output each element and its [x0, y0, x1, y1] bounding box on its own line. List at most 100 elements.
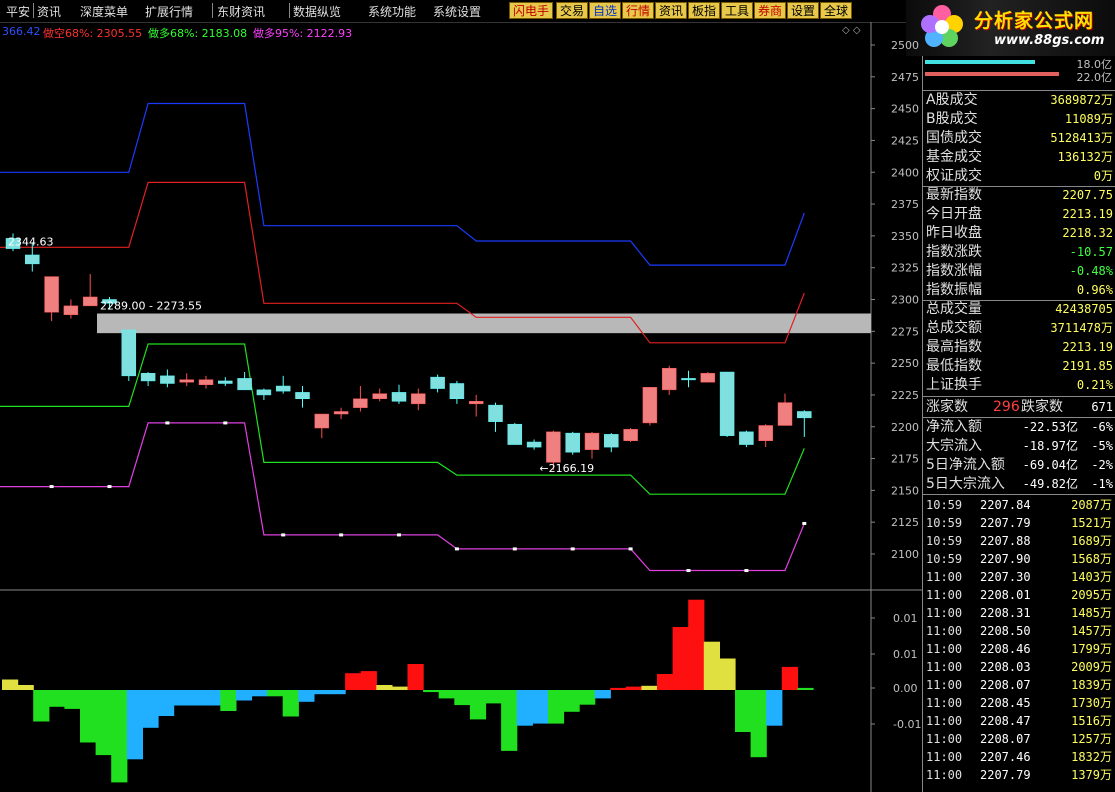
osc-bar	[189, 690, 206, 706]
toolbar-tools[interactable]: 工具	[721, 2, 754, 19]
tick-row: 11:00 2208.46 1799万	[923, 640, 1115, 658]
toolbar-broker[interactable]: 券商	[754, 2, 787, 19]
toolbar-settings[interactable]: 设置	[787, 2, 820, 19]
osc-bar	[703, 641, 720, 690]
candle-body	[449, 383, 465, 400]
tick-price: 2208.31	[980, 606, 1031, 620]
stat-label: 指数涨幅	[926, 263, 982, 279]
pink-line-marker	[628, 547, 633, 551]
toolbar-index[interactable]: 板指	[688, 2, 721, 19]
menu-data-overview[interactable]: 数据纵览	[293, 3, 341, 20]
candle-body	[353, 398, 368, 408]
osc-bar	[345, 673, 362, 690]
site-logo: 分析家公式网 www.88gs.com	[906, 0, 1115, 56]
price-tick-label: 2350	[891, 230, 919, 243]
osc-bar	[781, 666, 798, 690]
tick-time: 10:59	[926, 516, 963, 530]
candle-body	[758, 425, 773, 441]
toolbar-trade[interactable]: 交易	[556, 2, 589, 19]
osc-bar	[657, 674, 674, 690]
pink-line-marker	[686, 569, 691, 573]
osc-bar	[64, 690, 81, 709]
toolbar-global[interactable]: 全球	[820, 2, 853, 19]
high-price-label: 2344.63	[8, 236, 54, 249]
tick-volume: 2095万	[1071, 588, 1112, 602]
pink-line-marker	[281, 533, 286, 537]
osc-bar	[641, 685, 658, 690]
tick-price: 2208.45	[980, 696, 1031, 710]
tick-time: 10:59	[926, 534, 963, 548]
stat-value: -10.57	[1069, 245, 1113, 259]
candle-body	[642, 387, 658, 424]
tick-price: 2207.88	[980, 534, 1031, 548]
osc-bar	[80, 690, 97, 743]
candle-body	[44, 276, 59, 313]
tick-time: 11:00	[926, 642, 963, 656]
osc-bar	[563, 690, 580, 712]
tick-time: 10:59	[926, 498, 963, 512]
toolbar-quotes[interactable]: 行情	[622, 2, 655, 19]
tick-volume: 2009万	[1071, 660, 1112, 674]
osc-bar	[610, 687, 627, 690]
osc-bar	[2, 679, 19, 690]
toolbar-news[interactable]: 资讯	[655, 2, 688, 19]
tick-row: 11:00 2208.07 1257万	[923, 730, 1115, 748]
menu-news[interactable]: 资讯	[37, 3, 61, 20]
logo-title: 分析家公式网	[974, 10, 1095, 32]
toolbar-watchlist[interactable]: 自选	[589, 2, 622, 19]
candle-body	[507, 423, 523, 445]
tick-time: 11:00	[926, 588, 963, 602]
stat-row: 上证换手 0.21%	[923, 376, 1115, 395]
menu-system-func[interactable]: 系统功能	[368, 3, 416, 20]
tick-volume: 1521万	[1071, 516, 1112, 530]
flow-label: 大宗流入	[926, 438, 982, 454]
osc-bar	[423, 690, 440, 693]
candle-body	[739, 431, 754, 445]
pink-line-marker	[454, 547, 459, 551]
candle-body	[430, 376, 445, 389]
flow-label: 净流入额	[926, 419, 982, 435]
main-kline-chart[interactable]: 2500 2475 2450 2425 2400 2375 2350 2325 2300 2275…	[0, 22, 922, 792]
stat-value: 0.21%	[1076, 378, 1113, 392]
stat-row: 指数涨幅 -0.48%	[923, 262, 1115, 281]
candle-body	[411, 393, 426, 405]
pink-line-marker	[397, 533, 401, 537]
price-tick-label: 2450	[891, 103, 919, 116]
menu-pingan[interactable]: 平安	[6, 3, 30, 20]
tick-volume: 1730万	[1071, 696, 1112, 710]
osc-bar	[688, 599, 705, 690]
pink-line-marker	[339, 533, 344, 537]
candle-body	[333, 411, 349, 415]
candle-body	[797, 411, 812, 419]
tick-volume: 1516万	[1071, 714, 1112, 728]
price-tick-label: 2175	[891, 453, 919, 466]
price-tick-label: 2475	[891, 71, 919, 84]
band-line-0	[0, 102, 805, 266]
menu-deep[interactable]: 深度菜单	[80, 3, 128, 20]
candle-body	[295, 392, 310, 400]
tick-time: 10:59	[926, 552, 963, 566]
stat-value: 2213.19	[1062, 207, 1113, 221]
tick-row: 11:00 2208.03 2009万	[923, 658, 1115, 676]
price-tick-label: 2200	[891, 421, 919, 434]
osc-bar	[625, 686, 642, 690]
toolbar-flash[interactable]: 闪电手	[509, 2, 554, 19]
tick-price: 2208.01	[980, 588, 1031, 602]
osc-bar	[329, 690, 346, 695]
menu-ext-quotes[interactable]: 扩展行情	[145, 3, 193, 20]
candle-body	[391, 392, 407, 402]
flow-row: 净流入额 -22.53亿 -6%	[923, 418, 1115, 437]
osc-bar	[438, 690, 455, 699]
menu-system-settings[interactable]: 系统设置	[433, 3, 481, 20]
tick-time: 11:00	[926, 696, 963, 710]
price-tick-label: 2425	[891, 134, 919, 147]
candle-body	[584, 432, 600, 450]
flow-pct: -2%	[1091, 458, 1113, 472]
tick-time: 11:00	[926, 660, 963, 674]
candle-body	[372, 393, 387, 400]
tick-row: 11:00 2208.31 1485万	[923, 604, 1115, 622]
stat-row: 总成交量 42438705	[923, 300, 1115, 319]
bar-label-2: 22.0亿	[1076, 71, 1113, 84]
menu-dongcai-news[interactable]: 东财资讯	[217, 3, 265, 20]
stat-row: 最新指数 2207.75	[923, 186, 1115, 205]
